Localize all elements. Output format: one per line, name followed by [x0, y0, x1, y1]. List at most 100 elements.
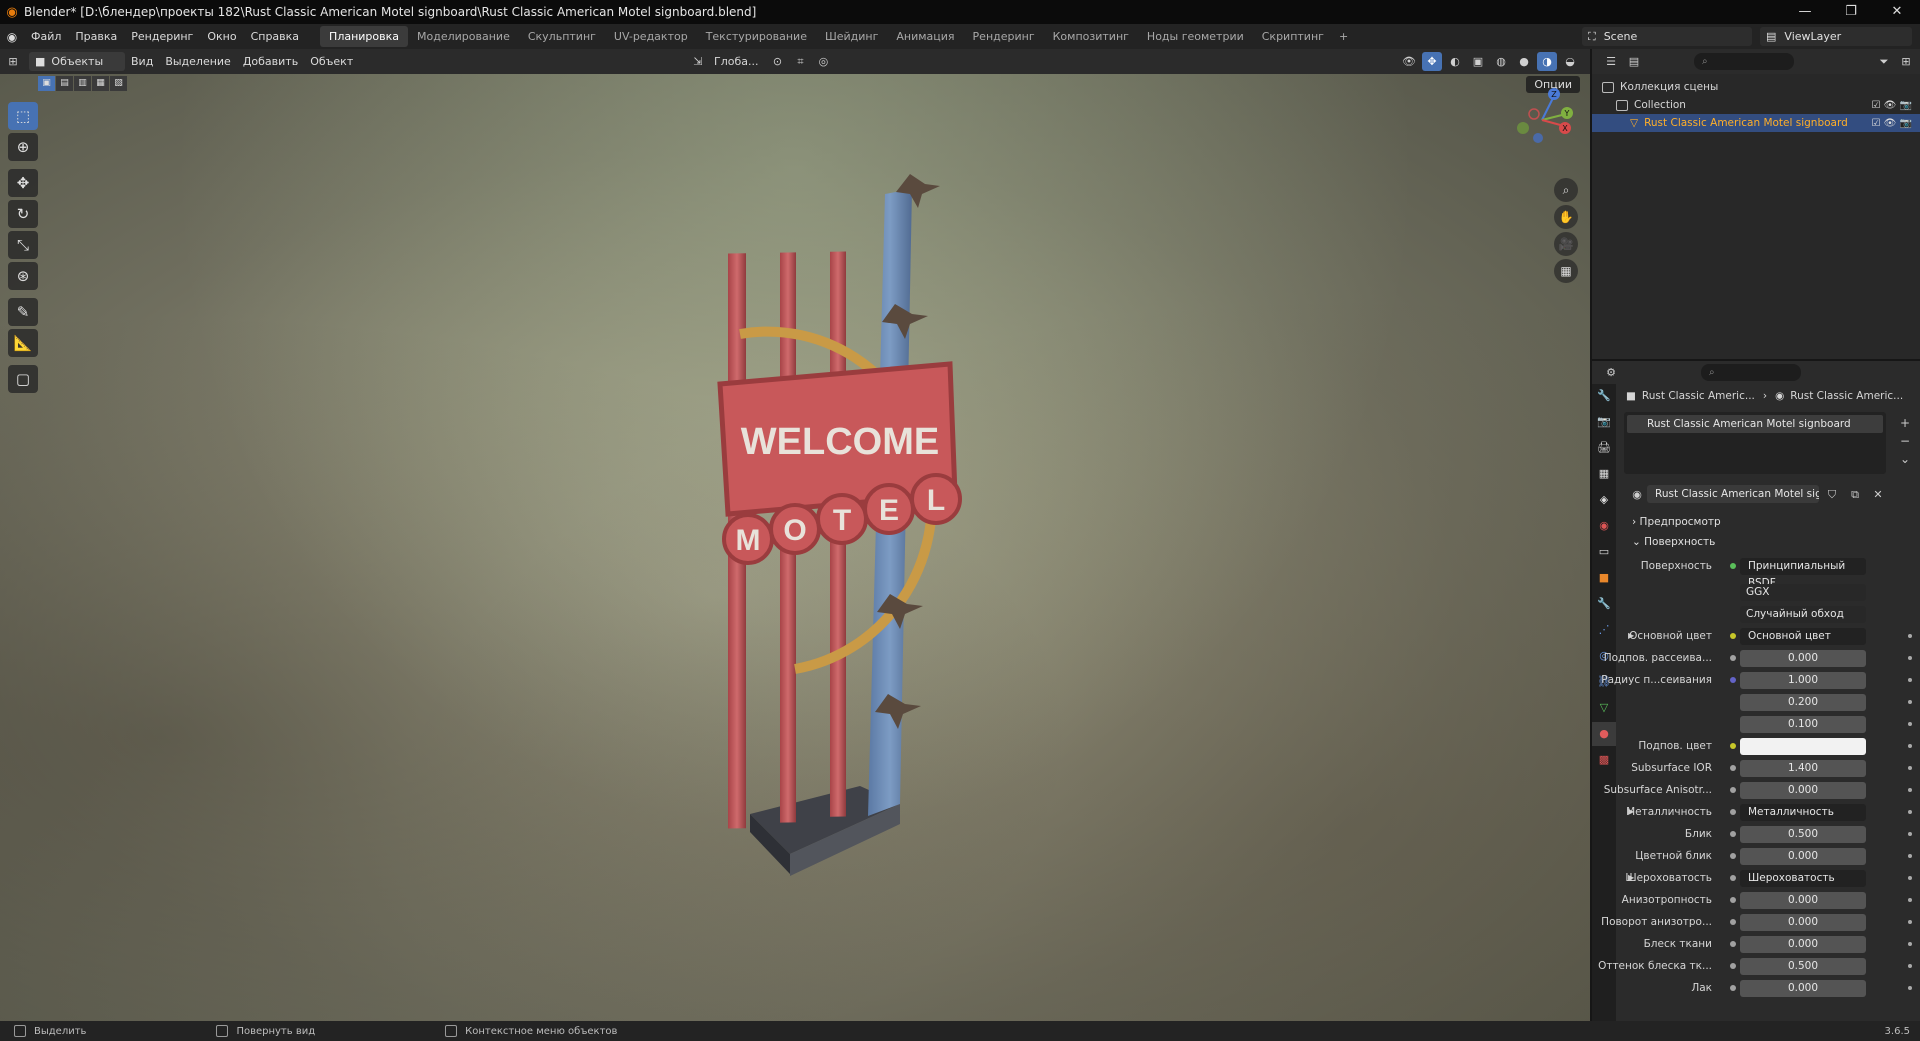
proportional-editing-icon[interactable]: ◎ [813, 52, 833, 71]
shader-input-field[interactable]: 0.100 [1740, 716, 1866, 733]
keyframe-dot-icon[interactable] [1908, 876, 1912, 880]
add-slot-button[interactable]: + [1896, 416, 1914, 432]
shader-input-field[interactable] [1740, 738, 1866, 755]
pan-hand-icon[interactable]: ✋ [1554, 205, 1578, 229]
ortho-grid-icon[interactable]: ▦ [1554, 259, 1578, 283]
duplicate-material-icon[interactable]: ⧉ [1845, 485, 1865, 504]
workspace-tab[interactable]: Моделирование [408, 26, 519, 47]
outliner-row[interactable]: ▽ Rust Classic American Motel signboard ☑ … [1592, 114, 1920, 132]
input-socket-icon[interactable] [1730, 809, 1736, 815]
input-socket-icon[interactable] [1730, 677, 1736, 683]
shading-wireframe-icon[interactable]: ◍ [1491, 52, 1511, 71]
shader-input-field[interactable]: 0.500 [1740, 958, 1866, 975]
workspace-tab[interactable]: Шейдинг [816, 26, 887, 47]
workspace-tab[interactable]: Скриптинг [1253, 26, 1333, 47]
input-socket-icon[interactable] [1730, 963, 1736, 969]
workspace-tab[interactable]: Планировка [320, 26, 409, 47]
input-socket-icon[interactable] [1730, 655, 1736, 661]
remove-slot-button[interactable]: − [1896, 434, 1914, 450]
render-tab-icon[interactable]: 📷 [1592, 410, 1616, 434]
preview-section-header[interactable]: › Предпросмотр [1624, 512, 1914, 532]
menu-select[interactable]: Выделение [159, 55, 237, 68]
editor-type-icon[interactable]: ⊞ [3, 52, 23, 71]
workspace-tab[interactable]: Текстурирование [697, 26, 816, 47]
mode-selector[interactable]: ■ Объекты [29, 52, 125, 71]
shading-solid-icon[interactable]: ● [1514, 52, 1534, 71]
maximize-button[interactable]: ❐ [1828, 0, 1874, 24]
output-tab-icon[interactable]: 🖨 [1592, 436, 1616, 460]
keyframe-dot-icon[interactable] [1908, 964, 1912, 968]
pivot-point-icon[interactable]: ⊙ [767, 52, 787, 71]
workspace-tab[interactable]: UV-редактор [605, 26, 697, 47]
select-subtract-icon[interactable]: ▥ [74, 76, 91, 91]
keyframe-dot-icon[interactable] [1908, 854, 1912, 858]
navigation-gizmo[interactable]: Z Y X [1502, 80, 1582, 160]
input-socket-icon[interactable] [1730, 853, 1736, 859]
gizmo-neg-x-axis[interactable] [1528, 108, 1540, 120]
new-collection-icon[interactable]: ⊞ [1896, 52, 1916, 71]
gizmo-toggle-icon[interactable]: ✥ [1422, 52, 1442, 71]
outliner-search-input[interactable]: ⌕ [1694, 53, 1794, 70]
properties-search-input[interactable]: ⌕ [1701, 364, 1801, 381]
shader-input-field[interactable]: 1.400 [1740, 760, 1866, 777]
input-socket-icon[interactable] [1730, 875, 1736, 881]
overlay-toggle-icon[interactable]: ◐ [1445, 52, 1465, 71]
input-socket-icon[interactable] [1730, 743, 1736, 749]
keyframe-dot-icon[interactable] [1908, 700, 1912, 704]
keyframe-dot-icon[interactable] [1908, 810, 1912, 814]
select-new-icon[interactable]: ▣ [38, 76, 55, 91]
shader-input-field[interactable]: 0.000 [1740, 848, 1866, 865]
surface-shader-field[interactable]: Принципиальный BSDF [1740, 558, 1866, 589]
add-workspace-button[interactable]: + [1333, 30, 1354, 43]
surface-section-header[interactable]: ⌄ Поверхность [1624, 532, 1914, 552]
select-box-tool-icon[interactable]: ⬚ [8, 102, 38, 130]
menu-add[interactable]: Добавить [237, 55, 304, 68]
menu-render[interactable]: Рендеринг [124, 24, 200, 49]
keyframe-dot-icon[interactable] [1908, 986, 1912, 990]
keyframe-dot-icon[interactable] [1908, 634, 1912, 638]
shader-input-field[interactable]: 0.200 [1740, 694, 1866, 711]
texture-tab-icon[interactable]: ▩ [1592, 748, 1616, 772]
workspace-tab[interactable]: Анимация [887, 26, 963, 47]
input-socket-icon[interactable] [1730, 919, 1736, 925]
input-socket-icon[interactable] [1730, 897, 1736, 903]
collection-tab-icon[interactable]: ▭ [1592, 540, 1616, 564]
world-tab-icon[interactable]: ◉ [1592, 514, 1616, 538]
input-socket-icon[interactable] [1730, 633, 1736, 639]
menu-view[interactable]: Вид [125, 55, 159, 68]
keyframe-dot-icon[interactable] [1908, 920, 1912, 924]
zoom-icon[interactable]: ⌕ [1554, 178, 1578, 202]
menu-help[interactable]: Справка [244, 24, 306, 49]
keyframe-dot-icon[interactable] [1908, 656, 1912, 660]
input-socket-icon[interactable] [1730, 985, 1736, 991]
visibility-toggle-icon[interactable]: ☑ 👁 📷 [1872, 100, 1912, 111]
shader-input-field[interactable]: 0.000 [1740, 914, 1866, 931]
fake-user-icon[interactable]: ⛉ [1822, 485, 1842, 504]
subsurface-method-dropdown[interactable]: Случайный обход [1740, 606, 1866, 623]
3d-viewport[interactable]: ▣ ▤ ▥ ▦ ▧ Опции ⬚ ⊕ ✥ ↻ ⤡ ⊛ ✎ 📐 ▢ Z Y X … [0, 74, 1590, 1021]
menu-object[interactable]: Объект [304, 55, 359, 68]
material-name-field[interactable]: Rust Classic American Motel signb... [1647, 485, 1819, 503]
close-button[interactable]: ✕ [1874, 0, 1920, 24]
workspace-tab[interactable]: Композитинг [1044, 26, 1138, 47]
unlink-material-icon[interactable]: ✕ [1868, 485, 1888, 504]
transform-tool-icon[interactable]: ⊛ [8, 262, 38, 290]
snap-icon[interactable]: ⌗ [790, 52, 810, 71]
properties-editor-type-icon[interactable]: ⚙ [1601, 363, 1621, 382]
annotate-tool-icon[interactable]: ✎ [8, 298, 38, 326]
outliner-row[interactable]: Collection ☑ 👁 📷 [1592, 96, 1920, 114]
modifiers-tab-icon[interactable]: 🔧 [1592, 592, 1616, 616]
visibility-icon[interactable]: 👁 [1399, 52, 1419, 71]
input-socket-icon[interactable] [1730, 765, 1736, 771]
view-layer-tab-icon[interactable]: ▦ [1592, 462, 1616, 486]
xray-toggle-icon[interactable]: ▣ [1468, 52, 1488, 71]
display-mode-icon[interactable]: ▤ [1624, 52, 1644, 71]
keyframe-dot-icon[interactable] [1908, 788, 1912, 792]
tool-tab-icon[interactable]: 🔧 [1592, 384, 1616, 408]
keyframe-dot-icon[interactable] [1908, 898, 1912, 902]
view-layer-selector[interactable]: ▤ ViewLayer [1760, 27, 1912, 46]
slot-specials-button[interactable]: ⌄ [1896, 452, 1914, 468]
data-tab-icon[interactable]: ▽ [1592, 696, 1616, 720]
scale-tool-icon[interactable]: ⤡ [8, 231, 38, 259]
material-tab-icon[interactable]: ● [1592, 722, 1616, 746]
